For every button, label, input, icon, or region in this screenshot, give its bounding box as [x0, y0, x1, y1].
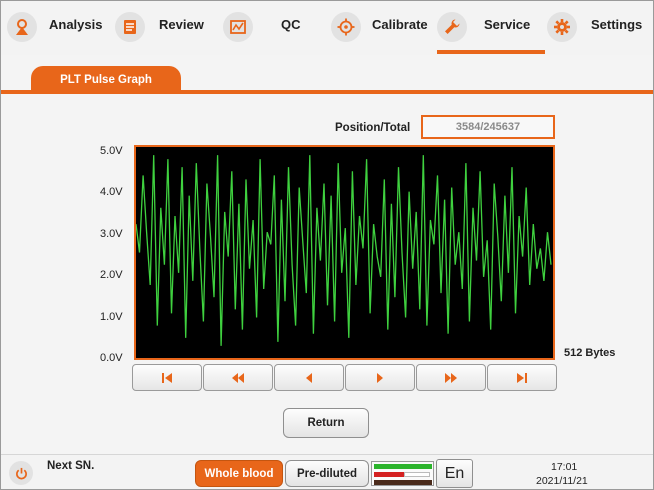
nav-review-label: Review: [159, 17, 204, 32]
reagent-level-bar: [374, 480, 432, 485]
step-forward-icon: [377, 372, 383, 383]
app-window: Analysis Review QC Calibrate Service Set…: [0, 0, 654, 490]
y-tick-label: 2.0V: [100, 269, 123, 281]
prediluted-button[interactable]: Pre-diluted: [285, 460, 369, 487]
tab-strip: PLT Pulse Graph: [1, 64, 653, 94]
reagent-level-indicator: [371, 461, 434, 486]
settings-icon: [547, 12, 577, 42]
nav-calibrate-label: Calibrate: [372, 17, 428, 32]
nav-analysis[interactable]: Analysis: [5, 1, 105, 55]
reagent-level-bar: [404, 472, 430, 477]
fast-forward-button[interactable]: [416, 364, 486, 391]
status-bar: Next SN. Whole blood Pre-diluted En 17:0…: [1, 454, 653, 489]
analysis-icon: [7, 12, 37, 42]
nav-qc-label: QC: [281, 17, 301, 32]
nav-qc[interactable]: QC: [221, 1, 321, 55]
skip-last-icon: [517, 372, 527, 383]
y-tick-label: 4.0V: [100, 186, 123, 198]
first-button[interactable]: [132, 364, 202, 391]
position-total-label: Position/Total: [335, 122, 411, 134]
top-navigation: Analysis Review QC Calibrate Service Set…: [1, 1, 653, 55]
review-icon: [115, 12, 145, 42]
service-icon: [437, 12, 467, 42]
fast-backward-icon: [232, 372, 244, 383]
tab-plt-pulse-graph[interactable]: PLT Pulse Graph: [31, 66, 181, 93]
byte-count-label: 512 Bytes: [564, 347, 616, 359]
nav-settings-label: Settings: [591, 17, 643, 32]
fast-forward-icon: [445, 372, 457, 383]
calibrate-icon: [331, 12, 361, 42]
qc-icon: [223, 12, 253, 42]
pulse-plot: [134, 145, 555, 360]
y-tick-label: 0.0V: [100, 352, 123, 364]
position-total-value: 3584/245637: [421, 115, 555, 139]
previous-button[interactable]: [274, 364, 344, 391]
nav-review[interactable]: Review: [113, 1, 213, 55]
nav-analysis-label: Analysis: [49, 17, 103, 32]
step-back-icon: [306, 372, 312, 383]
skip-first-icon: [162, 372, 172, 383]
fast-backward-button[interactable]: [203, 364, 273, 391]
nav-settings[interactable]: Settings: [547, 1, 651, 55]
language-button[interactable]: En: [436, 459, 473, 488]
y-tick-label: 5.0V: [100, 145, 123, 157]
nav-active-indicator: [437, 50, 545, 54]
power-icon: [15, 467, 27, 479]
y-tick-label: 3.0V: [100, 228, 123, 240]
reagent-level-bar: [374, 464, 432, 469]
nav-service-label: Service: [484, 17, 531, 32]
power-button[interactable]: [9, 461, 33, 485]
return-button[interactable]: Return: [283, 408, 369, 438]
clock-time: 17:01: [551, 461, 578, 473]
clock-date: 2021/11/21: [536, 475, 588, 487]
last-button[interactable]: [487, 364, 557, 391]
next-button[interactable]: [345, 364, 415, 391]
pulse-graph-panel: Position/Total 3584/245637 5.0V 4.0V 3.0…: [1, 94, 653, 454]
reagent-level-bar: [374, 472, 404, 477]
pulse-trace-line: [136, 155, 552, 346]
whole-blood-button[interactable]: Whole blood: [195, 460, 283, 487]
pulse-chart: [136, 155, 552, 346]
next-sn-label: Next SN.: [47, 460, 95, 472]
nav-calibrate[interactable]: Calibrate: [331, 1, 431, 55]
y-tick-label: 1.0V: [100, 311, 123, 323]
nav-service[interactable]: Service: [437, 1, 545, 55]
